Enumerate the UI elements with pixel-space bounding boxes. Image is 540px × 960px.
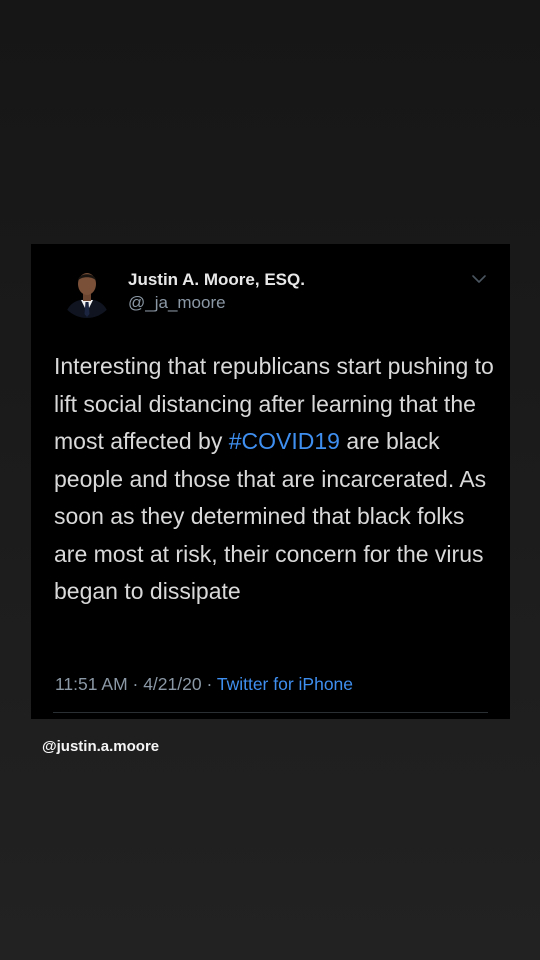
caption-handle: @justin.a.moore (42, 738, 160, 755)
hashtag-link[interactable]: #COVID19 (229, 428, 340, 454)
tweet-date: 4/21/20 (143, 674, 202, 694)
divider (53, 712, 488, 713)
avatar[interactable] (59, 262, 115, 318)
meta-separator: · (201, 674, 217, 694)
tweet-source-link[interactable]: Twitter for iPhone (217, 674, 353, 694)
meta-separator: · (127, 674, 144, 694)
tweet-card[interactable]: Justin A. Moore, ESQ. @_ja_moore Interes… (31, 244, 510, 719)
tweet-time: 11:51 AM (55, 674, 128, 694)
chevron-down-icon[interactable] (471, 272, 487, 284)
author-handle[interactable]: @_ja_moore (128, 293, 226, 313)
tweet-text: Interesting that republicans start pushi… (54, 348, 499, 611)
tweet-meta: 11:51 AM · 4/21/20 · Twitter for iPhone (55, 674, 353, 695)
avatar-image (59, 262, 115, 318)
tweet-text-part: are black people and those that are inca… (54, 428, 487, 604)
author-name[interactable]: Justin A. Moore, ESQ. (128, 270, 305, 290)
